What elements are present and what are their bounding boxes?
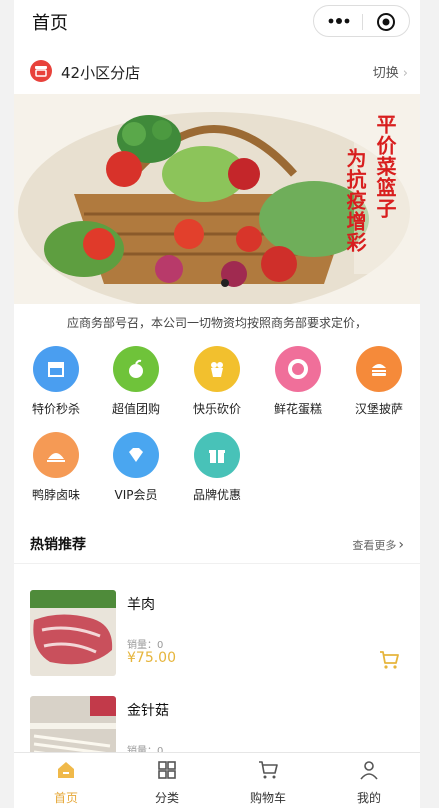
category-item[interactable]: 快乐砍价	[177, 346, 257, 418]
category-label: 品牌优惠	[192, 488, 241, 502]
page: 首页 42小区分店 切换 › 平价菜篮子 为抗疫增彩 应商务部号召，本公司一切物…	[14, 0, 420, 808]
mini-program-capsule	[313, 5, 410, 37]
navbar: 首页	[14, 0, 420, 44]
category-item[interactable]: 超值团购	[96, 346, 176, 418]
more-dots-icon[interactable]	[328, 15, 350, 27]
switch-store-button[interactable]: 切换 ›	[373, 62, 408, 81]
banner-slogan-2: 为抗疫增彩	[343, 148, 367, 253]
carousel-indicator	[221, 279, 229, 287]
view-more-link[interactable]: 查看更多 ›	[352, 537, 404, 553]
store-name: 42小区分店	[61, 64, 141, 82]
category-icon	[158, 761, 176, 779]
category-label: 鲜花蛋糕	[273, 402, 322, 416]
shop-icon	[30, 60, 52, 82]
product-name: 金针菇	[127, 703, 169, 719]
product-card[interactable]: 羊肉 销量：0 ¥75.00	[14, 586, 420, 686]
category-item[interactable]: 鲜花蛋糕	[258, 346, 338, 418]
home-icon	[58, 762, 74, 778]
tab-bar: 首页 分类 购物车 我的	[14, 752, 420, 808]
category-label: 鸭脖卤味	[31, 488, 80, 502]
category-label: 特价秒杀	[31, 402, 80, 416]
close-target-icon[interactable]	[376, 12, 396, 32]
banner-slogan-1: 平价菜篮子	[373, 114, 397, 219]
popcorn-icon	[194, 346, 240, 392]
product-name: 羊肉	[127, 597, 155, 613]
burger-icon	[356, 346, 402, 392]
view-more-label: 查看更多	[352, 539, 397, 552]
section-title: 热销推荐	[30, 537, 86, 553]
product-image-mutton	[30, 590, 116, 676]
category-grid: 特价秒杀 超值团购 快乐砍价 鲜花蛋糕 汉堡披萨 鸭脖卤味 VIP会员 品牌优惠	[14, 346, 420, 506]
category-label: VIP会员	[114, 488, 158, 502]
product-sales: 销量：0	[127, 640, 164, 651]
tab-mine[interactable]: 我的	[329, 759, 409, 806]
apple-icon	[113, 346, 159, 392]
category-item[interactable]: 品牌优惠	[177, 432, 257, 504]
gift-icon	[194, 432, 240, 478]
category-item[interactable]: VIP会员	[96, 432, 176, 504]
category-label: 超值团购	[111, 402, 160, 416]
page-title: 首页	[32, 13, 68, 34]
user-icon	[360, 761, 378, 780]
cart-icon	[259, 761, 278, 779]
category-label: 快乐砍价	[192, 402, 241, 416]
hot-section-header: 热销推荐 查看更多 ›	[14, 524, 420, 564]
promo-banner[interactable]: 平价菜篮子 为抗疫增彩	[14, 94, 420, 304]
category-item[interactable]: 汉堡披萨	[339, 346, 419, 418]
tab-home[interactable]: 首页	[26, 759, 106, 806]
chevron-right-icon: ›	[398, 537, 404, 553]
add-to-cart-icon[interactable]	[378, 649, 400, 671]
tab-label: 首页	[53, 791, 78, 805]
donut-icon	[275, 346, 321, 392]
store-selector[interactable]: 42小区分店 切换 ›	[14, 52, 420, 92]
tab-label: 购物车	[249, 791, 286, 805]
store-icon	[33, 346, 79, 392]
product-price: ¥75.00	[127, 650, 176, 666]
tab-cart[interactable]: 购物车	[228, 759, 308, 806]
chevron-right-icon: ›	[402, 66, 408, 81]
tab-label: 分类	[154, 791, 179, 805]
tab-label: 我的	[356, 791, 381, 805]
notice-text: 应商务部号召，本公司一切物资均按照商务部要求定价，	[66, 316, 367, 330]
category-item[interactable]: 鸭脖卤味	[16, 432, 96, 504]
tab-category[interactable]: 分类	[127, 759, 207, 806]
switch-label: 切换	[372, 66, 399, 81]
capsule-divider	[362, 14, 363, 30]
category-label: 汉堡披萨	[354, 402, 403, 416]
category-item[interactable]: 特价秒杀	[16, 346, 96, 418]
diamond-icon	[113, 432, 159, 478]
dish-icon	[33, 432, 79, 478]
